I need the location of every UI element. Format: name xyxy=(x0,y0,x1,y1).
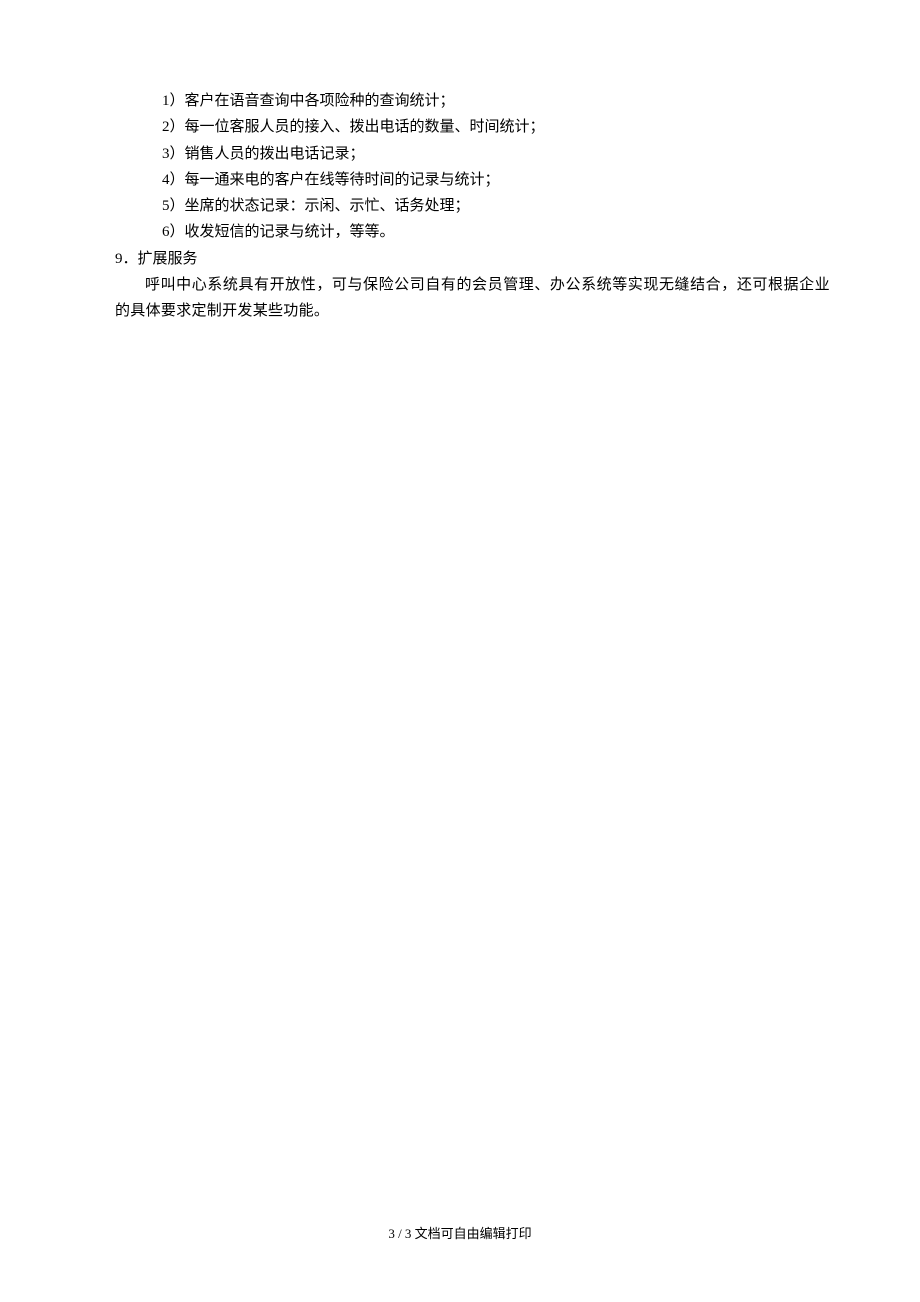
list-item: 6）收发短信的记录与统计，等等。 xyxy=(90,219,830,245)
list-item: 2）每一位客服人员的接入、拨出电话的数量、时间统计； xyxy=(90,114,830,140)
list-item: 1）客户在语音查询中各项险种的查询统计； xyxy=(90,88,830,114)
section-heading: 9．扩展服务 xyxy=(90,246,830,272)
page-content: 1）客户在语音查询中各项险种的查询统计； 2）每一位客服人员的接入、拨出电话的数… xyxy=(0,0,920,324)
page-footer: 3 / 3 文档可自由编辑打印 xyxy=(0,1223,920,1242)
body-paragraph: 呼叫中心系统具有开放性，可与保险公司自有的会员管理、办公系统等实现无缝结合，还可… xyxy=(90,272,830,325)
list-item: 3）销售人员的拨出电话记录； xyxy=(90,141,830,167)
list-item: 5）坐席的状态记录：示闲、示忙、话务处理； xyxy=(90,193,830,219)
list-item: 4）每一通来电的客户在线等待时间的记录与统计； xyxy=(90,167,830,193)
